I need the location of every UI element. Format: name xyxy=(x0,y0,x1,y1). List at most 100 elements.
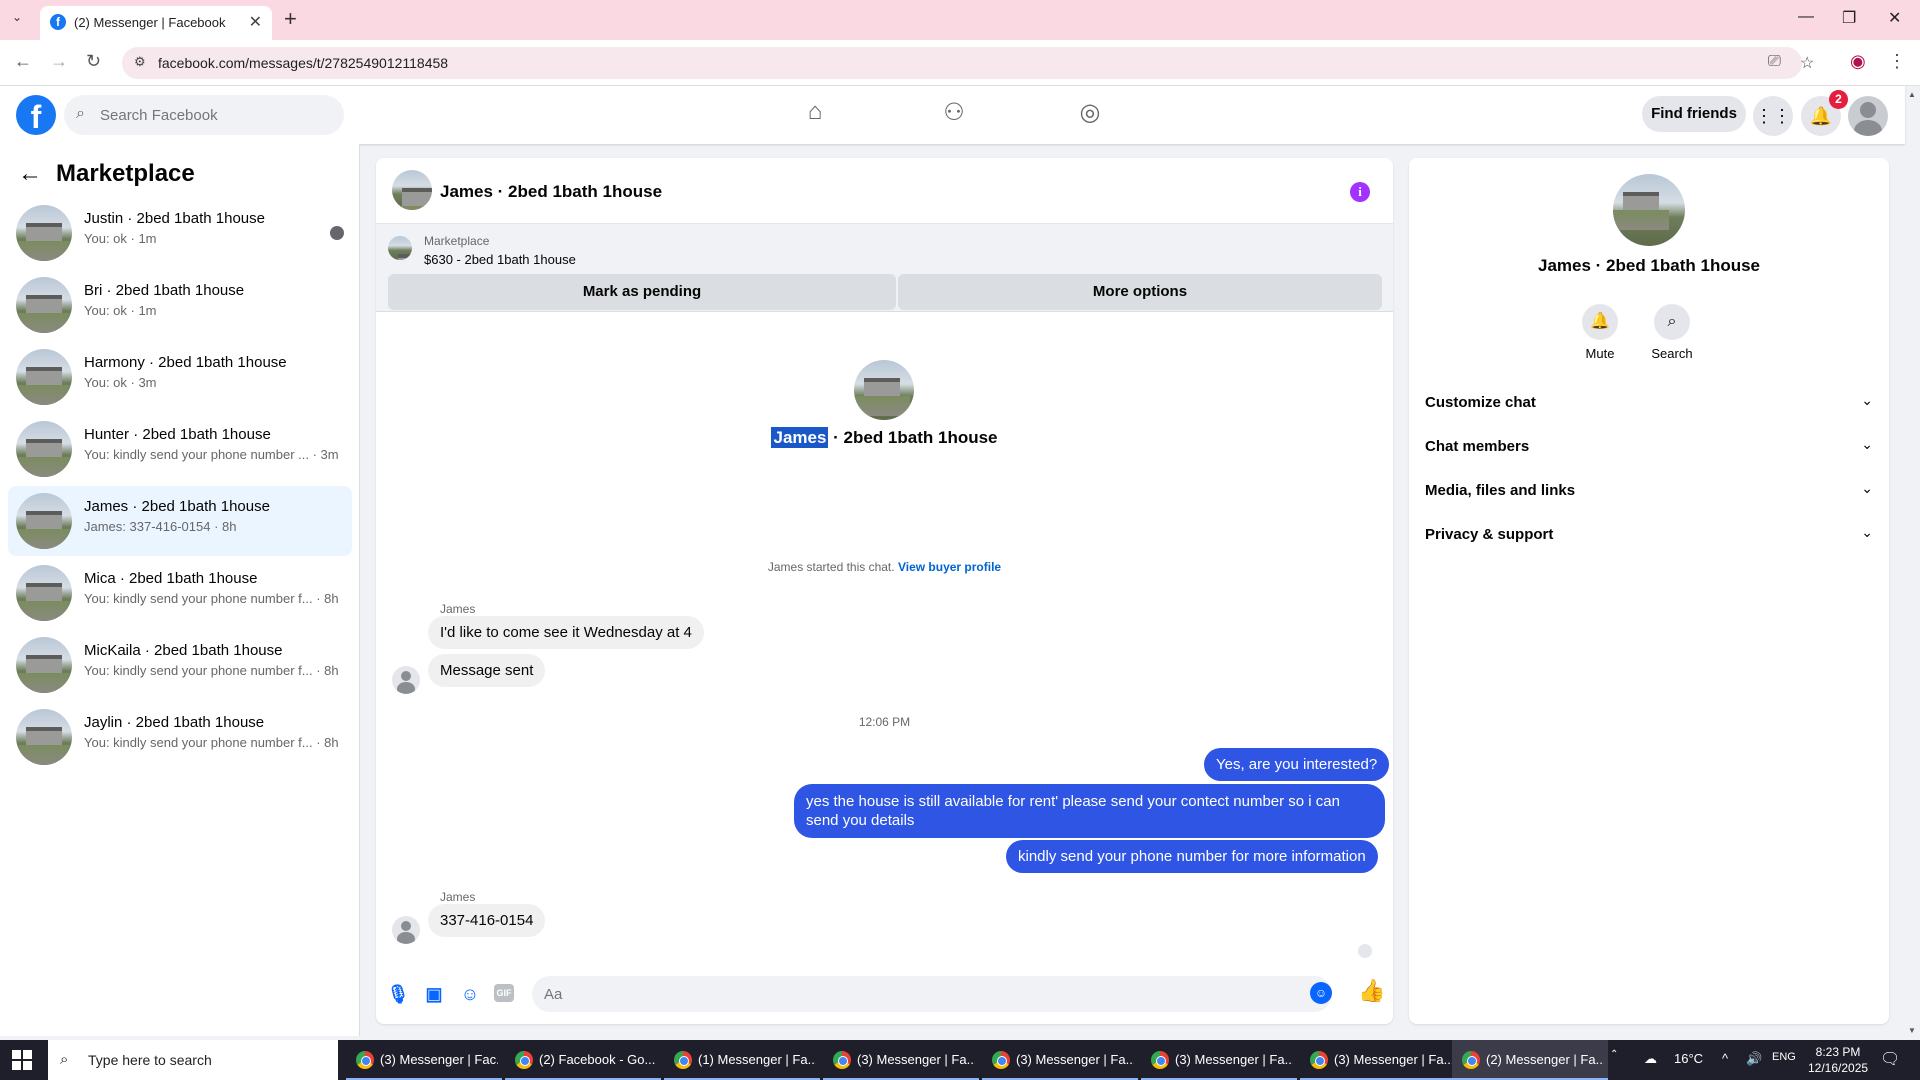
mark-as-pending-button[interactable]: Mark as pending xyxy=(388,274,896,310)
customize-chat-row[interactable]: Customize chat ⌄ xyxy=(1425,382,1873,422)
scrollbar-down-arrow-icon[interactable]: ▼ xyxy=(1908,1026,1916,1035)
conversation-item-justin[interactable]: Justin · 2bed 1bath 1house You: ok · 1m xyxy=(8,198,352,268)
friends-nav-icon[interactable]: ⚇ xyxy=(934,98,974,132)
facebook-favicon-icon: f xyxy=(50,14,66,30)
chat-header-avatar[interactable] xyxy=(392,170,432,210)
search-label: Search xyxy=(1651,346,1693,361)
back-icon[interactable]: ← xyxy=(14,51,32,72)
browser-tab-active[interactable]: f (2) Messenger | Facebook ✕ xyxy=(40,6,272,40)
groups-nav-icon[interactable]: ◎ xyxy=(1070,98,1110,132)
new-tab-icon[interactable]: + xyxy=(284,6,297,32)
address-bar[interactable]: ⚙ facebook.com/messages/t/27825490121184… xyxy=(122,47,1814,79)
emoji-icon[interactable]: ☺ xyxy=(1310,982,1332,1004)
install-app-icon[interactable]: ⎚ xyxy=(1768,53,1781,71)
taskbar-clock[interactable]: 8:23 PM 12/16/2025 xyxy=(1808,1044,1868,1076)
taskbar-app[interactable]: (1) Messenger | Fa... xyxy=(664,1040,820,1080)
taskbar-app[interactable]: (3) Messenger | Fa... xyxy=(1141,1040,1297,1080)
tab-close-icon[interactable]: ✕ xyxy=(249,12,262,32)
facebook-logo-icon[interactable]: f xyxy=(16,95,56,135)
conversation-item-hunter[interactable]: Hunter · 2bed 1bath 1house You: kindly s… xyxy=(8,414,352,484)
conversation-name: Mica · 2bed 1bath 1house xyxy=(84,570,258,587)
taskbar-app-title: (3) Messenger | Fa... xyxy=(1175,1052,1293,1067)
chrome-icon xyxy=(1310,1051,1328,1069)
forward-icon[interactable]: → xyxy=(50,51,68,72)
facebook-search-input[interactable] xyxy=(100,95,330,135)
site-info-icon[interactable]: ⚙ xyxy=(134,54,146,70)
search-icon: ⌕ xyxy=(76,105,85,122)
clock-date: 12/16/2025 xyxy=(1808,1061,1869,1075)
sticker-icon[interactable]: ☺ xyxy=(458,982,482,1006)
sender-label: James xyxy=(440,890,476,904)
volume-icon[interactable]: 🔊 xyxy=(1746,1051,1762,1067)
account-avatar[interactable] xyxy=(1848,96,1888,136)
outgoing-message[interactable]: yes the house is still available for ren… xyxy=(794,784,1385,838)
conversation-item-james[interactable]: James · 2bed 1bath 1house James: 337-416… xyxy=(8,486,352,556)
taskbar-scroll-icon[interactable]: ⌃ xyxy=(1610,1049,1618,1060)
conversation-preview: You: kindly send your phone number f... … xyxy=(84,735,339,750)
find-friends-button[interactable]: Find friends xyxy=(1642,96,1746,132)
listing-thumbnail-small[interactable] xyxy=(388,236,412,260)
taskbar-app-active[interactable]: (2) Messenger | Fa... xyxy=(1452,1040,1608,1080)
like-thumbs-up-icon[interactable]: 👍 xyxy=(1358,978,1385,1004)
profile-icon[interactable]: ◉ xyxy=(1850,51,1866,72)
taskbar-app[interactable]: (3) Messenger | Fa... xyxy=(1300,1040,1456,1080)
windows-start-icon[interactable] xyxy=(12,1050,32,1070)
privacy-support-row[interactable]: Privacy & support ⌄ xyxy=(1425,514,1873,554)
home-nav-icon[interactable]: ⌂ xyxy=(795,98,835,132)
view-buyer-profile-link[interactable]: View buyer profile xyxy=(898,560,1001,574)
facebook-search[interactable]: ⌕ xyxy=(64,95,344,135)
weather-icon[interactable]: ☁ xyxy=(1644,1051,1657,1067)
message-composer: 🎙 ▣ ☺ GIF ☺ 👍 xyxy=(376,966,1393,1024)
language-indicator[interactable]: ENG xyxy=(1772,1051,1796,1063)
chat-header-name[interactable]: James · 2bed 1bath 1house xyxy=(440,182,662,202)
conversation-sidebar: ← Marketplace Justin · 2bed 1bath 1house… xyxy=(0,144,360,1036)
microphone-icon[interactable]: 🎙 xyxy=(386,982,410,1006)
conversation-preview: You: kindly send your phone number f... … xyxy=(84,663,339,678)
incoming-message[interactable]: I'd like to come see it Wednesday at 4 xyxy=(428,616,704,649)
taskbar-search[interactable]: ⌕ Type here to search xyxy=(48,1040,338,1080)
chat-members-row[interactable]: Chat members ⌄ xyxy=(1425,426,1873,466)
conversation-item-bri[interactable]: Bri · 2bed 1bath 1house You: ok · 1m xyxy=(8,270,352,340)
browser-menu-icon[interactable]: ⋮ xyxy=(1888,51,1906,72)
marketplace-listing-bar: Marketplace $630 - 2bed 1bath 1house Mar… xyxy=(376,224,1393,312)
conversation-item-jaylin[interactable]: Jaylin · 2bed 1bath 1house You: kindly s… xyxy=(8,702,352,772)
conversation-info-icon[interactable]: i xyxy=(1350,182,1370,202)
attach-photo-icon[interactable]: ▣ xyxy=(422,982,446,1006)
outgoing-message[interactable]: Yes, are you interested? xyxy=(1204,748,1390,781)
listing-price-title[interactable]: $630 - 2bed 1bath 1house xyxy=(424,252,576,267)
scrollbar-up-arrow-icon[interactable]: ▲ xyxy=(1908,90,1916,99)
notification-center-icon[interactable]: 🗨 xyxy=(1880,1049,1900,1069)
mute-button[interactable]: 🔔 Mute xyxy=(1570,304,1630,361)
search-conversation-button[interactable]: ⌕ Search xyxy=(1642,304,1702,361)
conversation-item-mickaila[interactable]: MicKaila · 2bed 1bath 1house You: kindly… xyxy=(8,630,352,700)
taskbar-app[interactable]: (3) Messenger | Fa... xyxy=(823,1040,979,1080)
taskbar-app[interactable]: (2) Facebook - Go... xyxy=(505,1040,661,1080)
chrome-icon xyxy=(356,1051,374,1069)
weather-temp[interactable]: 16°C xyxy=(1674,1051,1703,1066)
conversation-item-mica[interactable]: Mica · 2bed 1bath 1house You: kindly sen… xyxy=(8,558,352,628)
menu-grid-icon[interactable]: ⋮⋮ xyxy=(1753,96,1793,136)
back-arrow-icon[interactable]: ← xyxy=(18,160,42,188)
bookmark-star-icon[interactable]: ☆ xyxy=(1800,53,1814,73)
tray-expand-icon[interactable]: ^ xyxy=(1722,1051,1728,1066)
message-input[interactable] xyxy=(544,976,1284,1012)
taskbar-app[interactable]: (3) Messenger | Fa... xyxy=(982,1040,1138,1080)
more-options-button[interactable]: More options xyxy=(898,274,1382,310)
incoming-message[interactable]: Message sent xyxy=(428,654,546,687)
conversation-item-harmony[interactable]: Harmony · 2bed 1bath 1house You: ok · 3m xyxy=(8,342,352,412)
tab-list-icon[interactable]: ⌄ xyxy=(12,10,22,24)
incoming-message[interactable]: 337-416-0154 xyxy=(428,904,546,937)
media-files-links-row[interactable]: Media, files and links ⌄ xyxy=(1425,470,1873,510)
reload-icon[interactable]: ↻ xyxy=(86,51,101,72)
chevron-down-icon: ⌄ xyxy=(1861,392,1873,408)
taskbar-app[interactable]: (3) Messenger | Fac... xyxy=(346,1040,502,1080)
restore-icon[interactable]: ❐ xyxy=(1842,8,1856,28)
taskbar-app-title: (3) Messenger | Fa... xyxy=(1334,1052,1452,1067)
sidebar-title: Marketplace xyxy=(56,160,195,187)
gif-icon[interactable]: GIF xyxy=(494,984,514,1002)
sender-avatar[interactable] xyxy=(392,666,420,694)
close-window-icon[interactable]: ✕ xyxy=(1888,8,1901,28)
sender-avatar[interactable] xyxy=(392,916,420,944)
minimize-icon[interactable]: — xyxy=(1798,8,1814,26)
outgoing-message[interactable]: kindly send your phone number for more i… xyxy=(1006,840,1378,873)
